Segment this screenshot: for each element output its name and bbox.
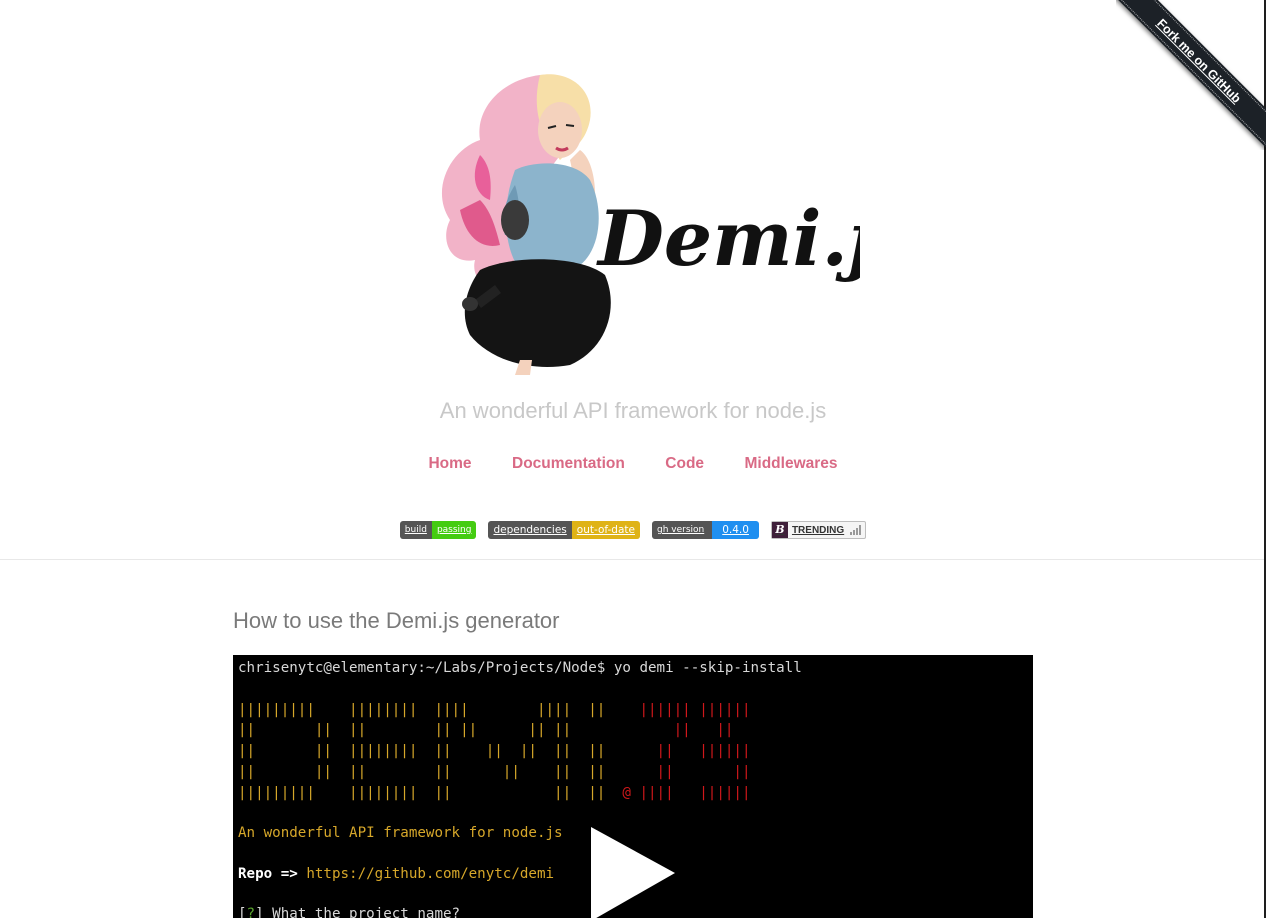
deps-badge-left: dependencies xyxy=(488,521,572,539)
fork-me-link[interactable]: Fork me on GitHub xyxy=(1116,0,1266,150)
section-divider xyxy=(0,559,1264,560)
trending-label: TRENDING xyxy=(791,524,845,536)
hero-header: Demi.js An wonderful API framework for n… xyxy=(0,0,1264,560)
bitdeli-icon: B xyxy=(771,522,788,538)
logo-text: Demi.js xyxy=(596,194,860,283)
build-badge-left: build xyxy=(399,521,432,539)
nav-code-link[interactable]: Code xyxy=(665,455,704,473)
ascii-art-line: ||||||||| |||||||| || || || @ |||| |||||… xyxy=(238,785,751,801)
terminal-command: yo demi --skip-install xyxy=(605,660,802,676)
nav-home-link[interactable]: Home xyxy=(428,455,471,473)
deps-badge-right: out-of-date xyxy=(571,521,640,539)
terminal-prompt: chrisenytc@elementary:~/Labs/Projects/No… xyxy=(238,660,606,676)
terminal-command-line: chrisenytc@elementary:~/Labs/Projects/No… xyxy=(238,658,802,678)
nav-middlewares-link[interactable]: Middlewares xyxy=(744,455,837,473)
terminal-question-line: [?] What the project name? xyxy=(238,906,461,918)
terminal-video[interactable]: chrisenytc@elementary:~/Labs/Projects/No… xyxy=(233,655,1033,918)
nav-documentation-link[interactable]: Documentation xyxy=(512,455,625,473)
build-badge-right: passing xyxy=(431,521,477,539)
ascii-art-line: || || || || || || || || || xyxy=(238,764,751,780)
main-nav: Home Documentation Code Middlewares xyxy=(0,455,1266,473)
github-ribbon: Fork me on GitHub xyxy=(1116,0,1266,150)
ascii-art-line: || || || || || || || || || xyxy=(238,722,734,738)
version-badge-right: 0.4.0 xyxy=(712,521,759,539)
version-badge[interactable]: gh version 0.4.0 xyxy=(651,521,759,539)
dependencies-badge[interactable]: dependencies out-of-date xyxy=(488,521,640,539)
ascii-art-line: || || |||||||| || || || || || || |||||| xyxy=(238,743,751,759)
badge-row: build passing dependencies out-of-date g… xyxy=(0,521,1266,539)
section-title: How to use the Demi.js generator xyxy=(233,608,560,633)
tagline: An wonderful API framework for node.js xyxy=(439,398,827,423)
play-icon[interactable] xyxy=(589,825,679,918)
ascii-art-line: ||||||||| |||||||| |||| |||| || |||||| |… xyxy=(238,702,751,718)
version-badge-left: gh version xyxy=(651,521,713,539)
build-status-badge[interactable]: build passing xyxy=(399,521,477,539)
trending-badge[interactable]: B TRENDING xyxy=(770,521,867,539)
repo-url: https://github.com/enytc/demi xyxy=(297,866,555,882)
terminal-tagline: An wonderful API framework for node.js xyxy=(238,825,563,841)
trend-bars-icon xyxy=(850,525,862,535)
repo-label: Repo => xyxy=(238,866,298,882)
demi-logo: Demi.js xyxy=(441,74,860,375)
terminal-repo-line: Repo => https://github.com/enytc/demi xyxy=(238,864,554,884)
